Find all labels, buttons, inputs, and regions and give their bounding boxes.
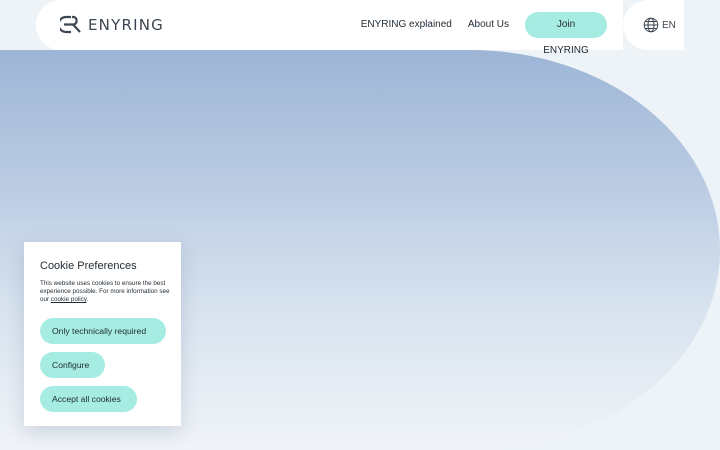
join-enyring-button[interactable]: Join ENYRING <box>525 12 607 56</box>
logo[interactable]: ENYRING <box>60 15 164 34</box>
main-nav: ENYRING explained About Us Join ENYRING <box>361 12 607 56</box>
configure-cookies-button[interactable]: Configure <box>40 351 105 378</box>
cookie-dialog-text: This website uses cookies to ensure the … <box>40 280 170 305</box>
only-technically-required-button[interactable]: Only technically required <box>40 317 166 344</box>
cookie-text-end: . <box>86 296 89 304</box>
cookie-dialog-title: Cookie Preferences <box>40 260 137 272</box>
accept-all-cookies-button[interactable]: Accept all cookies <box>40 385 137 412</box>
nav-link-enyring-explained[interactable]: ENYRING explained <box>361 12 452 38</box>
logo-text: ENYRING <box>88 15 164 34</box>
globe-icon <box>643 17 659 33</box>
language-switcher[interactable]: EN <box>623 0 684 50</box>
enyring-logo-icon <box>60 15 81 34</box>
language-code: EN <box>662 19 676 31</box>
nav-link-about-us[interactable]: About Us <box>468 12 509 38</box>
cookie-preferences-dialog: Cookie Preferences This website uses coo… <box>24 242 181 426</box>
cookie-policy-link[interactable]: cookie policy <box>51 296 87 303</box>
site-header: ENYRING ENYRING explained About Us Join … <box>36 0 623 56</box>
